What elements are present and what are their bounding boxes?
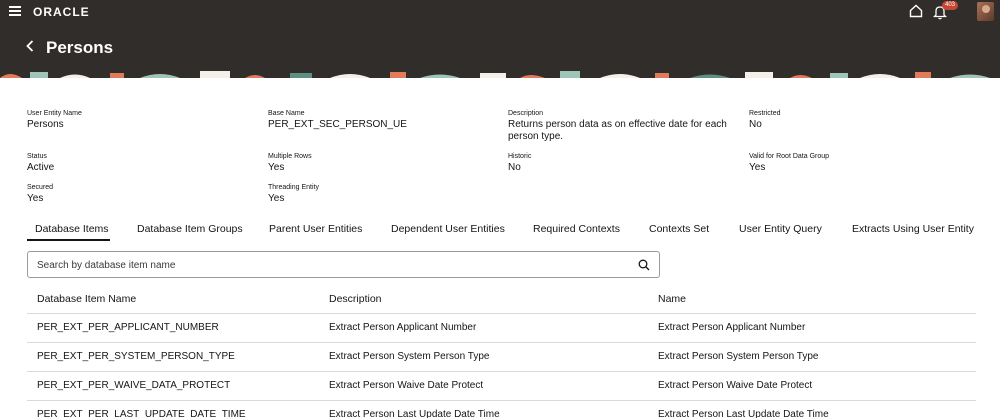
field-label: Historic xyxy=(508,153,532,160)
field-value: Yes xyxy=(749,162,766,173)
field-base-name: Base Name PER_EXT_SEC_PERSON_UE xyxy=(268,110,407,131)
cell-description: Extract Person Applicant Number xyxy=(329,322,477,333)
tab-contexts-set[interactable]: Contexts Set xyxy=(649,223,709,235)
home-icon[interactable] xyxy=(909,4,923,18)
field-description: Description Returns person data as on ef… xyxy=(508,110,733,143)
tab-database-item-groups[interactable]: Database Item Groups xyxy=(137,223,243,235)
cell-name: Extract Person Last Update Date Time xyxy=(658,409,829,418)
search-icon[interactable] xyxy=(638,259,650,271)
field-value: Yes xyxy=(268,193,285,204)
field-value: PER_EXT_SEC_PERSON_UE xyxy=(268,119,407,130)
field-label: Status xyxy=(27,153,47,160)
field-user-entity-name: User Entity Name Persons xyxy=(27,110,82,131)
column-header-description[interactable]: Description xyxy=(329,293,382,305)
table-row[interactable]: PER_EXT_PER_APPLICANT_NUMBER Extract Per… xyxy=(27,314,976,343)
field-label: User Entity Name xyxy=(27,110,82,117)
tab-extracts-using-user-entity[interactable]: Extracts Using User Entity xyxy=(852,223,974,235)
user-avatar[interactable] xyxy=(977,2,994,21)
cell-database-item-name: PER_EXT_PER_APPLICANT_NUMBER xyxy=(37,322,219,333)
field-label: Valid for Root Data Group xyxy=(749,153,830,160)
field-historic: Historic No xyxy=(508,153,531,174)
tab-user-entity-query[interactable]: User Entity Query xyxy=(739,223,822,235)
field-label: Secured xyxy=(27,184,54,191)
cell-name: Extract Person System Person Type xyxy=(658,351,819,362)
field-secured: Secured Yes xyxy=(27,184,53,205)
table-header: Database Item Name Description Name xyxy=(27,286,976,314)
column-header-database-item-name[interactable]: Database Item Name xyxy=(37,293,136,305)
cell-description: Extract Person Last Update Date Time xyxy=(329,409,500,418)
column-header-name[interactable]: Name xyxy=(658,293,686,305)
cell-description: Extract Person System Person Type xyxy=(329,351,490,362)
cell-name: Extract Person Waive Date Protect xyxy=(658,380,813,391)
table-row[interactable]: PER_EXT_PER_SYSTEM_PERSON_TYPE Extract P… xyxy=(27,343,976,372)
tab-database-items[interactable]: Database Items xyxy=(35,223,109,235)
page-title: Persons xyxy=(46,38,114,57)
cell-database-item-name: PER_EXT_PER_SYSTEM_PERSON_TYPE xyxy=(37,351,235,362)
field-status: Status Active xyxy=(27,153,54,174)
field-label: Restricted xyxy=(749,110,781,117)
field-value: Persons xyxy=(27,119,64,130)
field-valid-for-root-data-group: Valid for Root Data Group Yes xyxy=(749,153,829,174)
field-multiple-rows: Multiple Rows Yes xyxy=(268,153,312,174)
search-input[interactable] xyxy=(37,257,617,273)
active-tab-indicator xyxy=(27,239,110,241)
cell-description: Extract Person Waive Date Protect xyxy=(329,380,484,391)
field-restricted: Restricted No xyxy=(749,110,781,131)
field-value: No xyxy=(508,162,521,173)
field-label: Description xyxy=(508,110,544,117)
tab-required-contexts[interactable]: Required Contexts xyxy=(533,223,620,235)
decorative-banner xyxy=(0,70,1000,78)
cell-database-item-name: PER_EXT_PER_WAIVE_DATA_PROTECT xyxy=(37,380,231,391)
notification-badge: 403 xyxy=(942,1,959,10)
field-value: No xyxy=(749,119,762,130)
tab-bar: Database Items Database Item Groups Pare… xyxy=(0,218,1000,242)
search-box xyxy=(27,251,660,278)
table-row[interactable]: PER_EXT_PER_LAST_UPDATE_DATE_TIME Extrac… xyxy=(27,401,976,418)
global-header: ORACLE 403 xyxy=(0,0,1000,24)
menu-icon[interactable] xyxy=(9,6,21,16)
field-value: Yes xyxy=(27,193,44,204)
cell-database-item-name: PER_EXT_PER_LAST_UPDATE_DATE_TIME xyxy=(37,409,246,418)
cell-name: Extract Person Applicant Number xyxy=(658,322,806,333)
page-header: Persons xyxy=(0,24,1000,70)
field-value: Returns person data as on effective date… xyxy=(508,119,727,142)
tab-dependent-user-entities[interactable]: Dependent User Entities xyxy=(391,223,505,235)
field-threading-entity: Threading Entity Yes xyxy=(268,184,319,205)
field-value: Active xyxy=(27,162,55,173)
field-label: Base Name xyxy=(268,110,305,117)
field-label: Multiple Rows xyxy=(268,153,312,160)
table-row[interactable]: PER_EXT_PER_WAIVE_DATA_PROTECT Extract P… xyxy=(27,372,976,401)
field-value: Yes xyxy=(268,162,285,173)
oracle-logo[interactable]: ORACLE xyxy=(33,5,90,19)
tab-parent-user-entities[interactable]: Parent User Entities xyxy=(269,223,362,235)
field-label: Threading Entity xyxy=(268,184,319,191)
chevron-left-icon[interactable] xyxy=(26,40,34,52)
